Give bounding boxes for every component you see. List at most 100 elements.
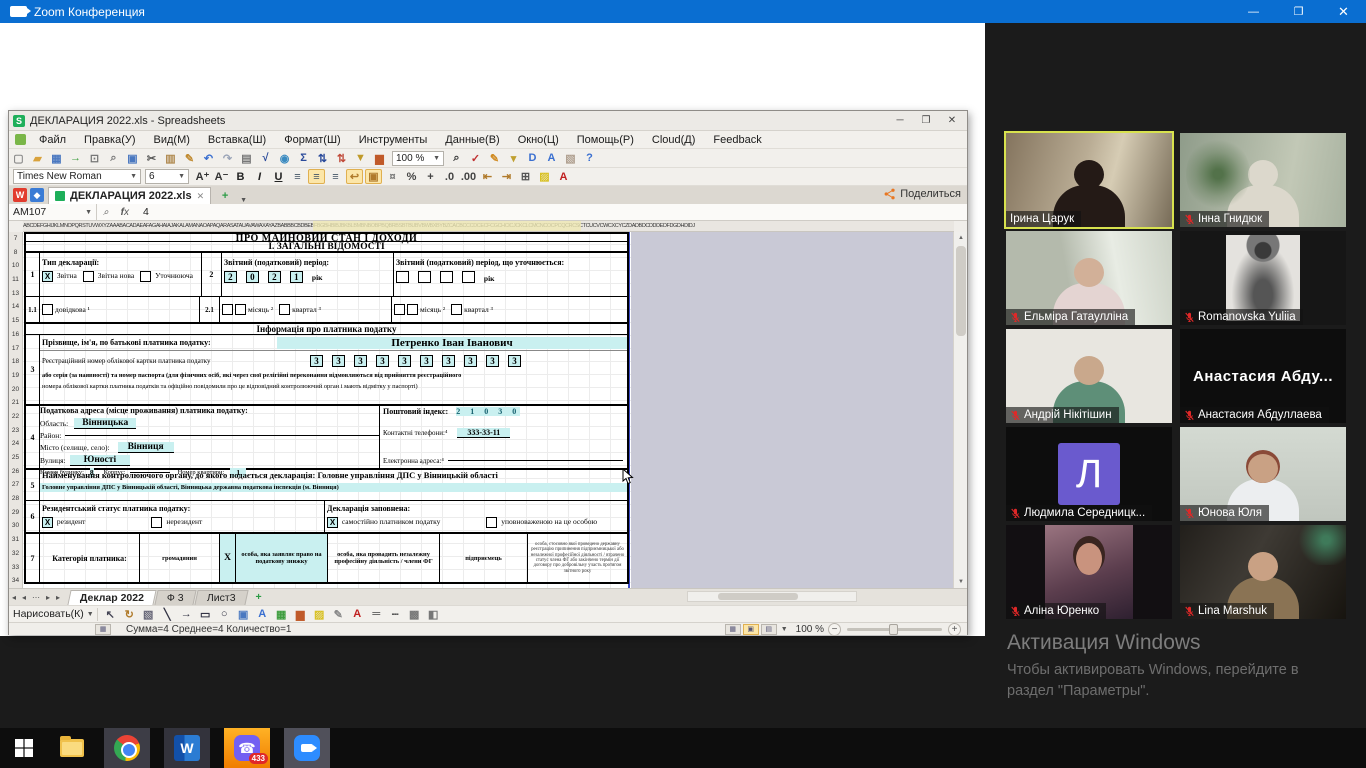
- rect-icon[interactable]: ▭: [197, 607, 214, 622]
- row-header[interactable]: 14: [9, 300, 22, 314]
- year-digit-box[interactable]: 1: [290, 271, 303, 283]
- fill-color-icon[interactable]: ▨: [536, 169, 553, 184]
- font-color2-icon[interactable]: A: [349, 607, 366, 622]
- print-icon[interactable]: ⊡: [86, 151, 103, 166]
- category-option[interactable]: особа, яка провадить незалежну професійн…: [328, 534, 440, 582]
- draw-menu-button[interactable]: Нарисовать(К): [13, 608, 84, 620]
- uyear-digit-box[interactable]: [440, 271, 453, 283]
- decl-type-option-checkbox[interactable]: [140, 271, 151, 282]
- row-header[interactable]: 15: [9, 314, 22, 328]
- spellcheck-icon[interactable]: ✓: [467, 151, 484, 166]
- align-right-icon[interactable]: ≡: [327, 169, 344, 184]
- font-select[interactable]: Times New Roman▼: [13, 169, 141, 184]
- hscroll-thumb[interactable]: [718, 593, 798, 600]
- row-header[interactable]: 27: [9, 478, 22, 492]
- hyperlink-icon[interactable]: ◉: [276, 151, 293, 166]
- inc-decimal-icon[interactable]: .0: [441, 169, 458, 184]
- align-left-icon[interactable]: ≡: [289, 169, 306, 184]
- zoom-app-button[interactable]: [284, 728, 330, 768]
- add-sheet-button[interactable]: +: [248, 591, 270, 603]
- scroll-down-icon[interactable]: ▼: [954, 576, 968, 588]
- phone-value[interactable]: 333-33-11: [457, 428, 510, 438]
- cart-icon[interactable]: ▾: [505, 151, 522, 166]
- column-headers[interactable]: ABCDEFGHIJKLMNOPQRSTUVWXYZAAABACADAEAFAG…: [23, 221, 954, 232]
- zoom-in-button[interactable]: +: [948, 623, 961, 636]
- chrome-button[interactable]: [104, 728, 150, 768]
- tab-list-dropdown[interactable]: ▼: [240, 197, 247, 204]
- row-header[interactable]: 8: [9, 246, 22, 260]
- last-sheet-icon[interactable]: ▸: [53, 593, 63, 602]
- sheet-tab[interactable]: Лист3: [194, 590, 248, 605]
- vertical-scrollbar[interactable]: ▲ ▼: [953, 232, 967, 588]
- regnum-digit-box[interactable]: 3: [398, 355, 411, 367]
- chartobj-icon[interactable]: ▆: [292, 607, 309, 622]
- line-color-icon[interactable]: ✎: [330, 607, 347, 622]
- month-checkbox[interactable]: [394, 304, 405, 315]
- regnum-digit-box[interactable]: 3: [376, 355, 389, 367]
- resident-option-checkbox[interactable]: [151, 517, 162, 528]
- menu-item[interactable]: Вид(М): [145, 134, 199, 146]
- find-icon[interactable]: ⌕: [448, 151, 465, 166]
- month-checkbox[interactable]: [222, 304, 233, 315]
- assistant-icon[interactable]: A: [543, 151, 560, 166]
- wps-writer-icon[interactable]: W: [13, 188, 27, 202]
- italic-icon[interactable]: I: [251, 169, 268, 184]
- fx-icon[interactable]: fx: [121, 207, 129, 218]
- city-value[interactable]: Вінниця: [118, 442, 174, 453]
- threed-icon[interactable]: ◧: [425, 607, 442, 622]
- menu-item[interactable]: Инструменты: [350, 134, 437, 146]
- decl-type-option[interactable]: Звітна нова: [83, 271, 134, 282]
- menu-item[interactable]: Помощь(Р): [568, 134, 643, 146]
- oval-icon[interactable]: ○: [216, 607, 233, 622]
- filledby-option[interactable]: X самостійно платником податку: [327, 517, 440, 528]
- resident-option[interactable]: X резидент: [42, 517, 85, 528]
- normal-view-icon[interactable]: ▦: [725, 624, 741, 635]
- textbox-icon[interactable]: ▣: [235, 607, 252, 622]
- menu-item[interactable]: Файл: [30, 134, 75, 146]
- currency-icon[interactable]: ¤: [384, 169, 401, 184]
- file-explorer-button[interactable]: [48, 728, 96, 768]
- sheet-menu-icon[interactable]: ⋯: [29, 593, 43, 602]
- row-header[interactable]: 7: [9, 232, 22, 246]
- year-digit-box[interactable]: 2: [268, 271, 281, 283]
- row-header[interactable]: 22: [9, 410, 22, 424]
- participant-tile[interactable]: Інна Гнидюк: [1180, 133, 1346, 227]
- align-center-icon[interactable]: ≡: [308, 169, 325, 184]
- minimize-button[interactable]: —: [1231, 0, 1276, 23]
- print-preview-icon[interactable]: ⌕: [105, 151, 122, 166]
- rotate-icon[interactable]: ↻: [121, 607, 138, 622]
- new-icon[interactable]: ▢: [10, 151, 27, 166]
- participant-tile[interactable]: ЛЛюдмила Середницк...: [1006, 427, 1172, 521]
- participant-tile[interactable]: Ельміра Гатаулліна: [1006, 231, 1172, 325]
- share-button[interactable]: Поделиться: [884, 188, 961, 200]
- paste-icon[interactable]: ▥: [162, 151, 179, 166]
- format-painter-icon[interactable]: ✎: [181, 151, 198, 166]
- skin-icon[interactable]: ▧: [562, 151, 579, 166]
- shadow-icon[interactable]: ▩: [406, 607, 423, 622]
- percent-icon[interactable]: %: [403, 169, 420, 184]
- participant-tile[interactable]: Андрій Нікітішин: [1006, 329, 1172, 423]
- regnum-digit-box[interactable]: 3: [354, 355, 367, 367]
- help-icon[interactable]: ?: [581, 151, 598, 166]
- row-header[interactable]: 29: [9, 506, 22, 520]
- dash-style-icon[interactable]: ┄: [387, 607, 404, 622]
- sheet-tab[interactable]: Деклар 2022: [67, 590, 156, 605]
- row-header[interactable]: 26: [9, 465, 22, 479]
- redo-icon[interactable]: ↷: [219, 151, 236, 166]
- sheet-grid[interactable]: ПРО МАЙНОВИЙ СТАН І ДОХОДИ І. ЗАГАЛЬНІ В…: [23, 232, 954, 588]
- font-size-up-icon[interactable]: +: [422, 169, 439, 184]
- sheet-minimize-button[interactable]: ─: [887, 112, 913, 129]
- menu-item[interactable]: Вставка(Ш): [199, 134, 275, 146]
- sort-asc-icon[interactable]: ⇅: [314, 151, 331, 166]
- row-header[interactable]: 21: [9, 396, 22, 410]
- decl-type-option-checkbox[interactable]: [83, 271, 94, 282]
- picture-icon[interactable]: ▦: [273, 607, 290, 622]
- tab-close-icon[interactable]: ✕: [197, 191, 205, 202]
- row-header[interactable]: 11: [9, 273, 22, 287]
- shapes-icon[interactable]: ▧: [140, 607, 157, 622]
- regnum-digit-box[interactable]: 3: [486, 355, 499, 367]
- wps-home-icon[interactable]: ◆: [30, 188, 44, 202]
- table-style-icon[interactable]: ▤: [238, 151, 255, 166]
- row-header[interactable]: 25: [9, 451, 22, 465]
- view-dropdown[interactable]: ▼: [781, 626, 788, 633]
